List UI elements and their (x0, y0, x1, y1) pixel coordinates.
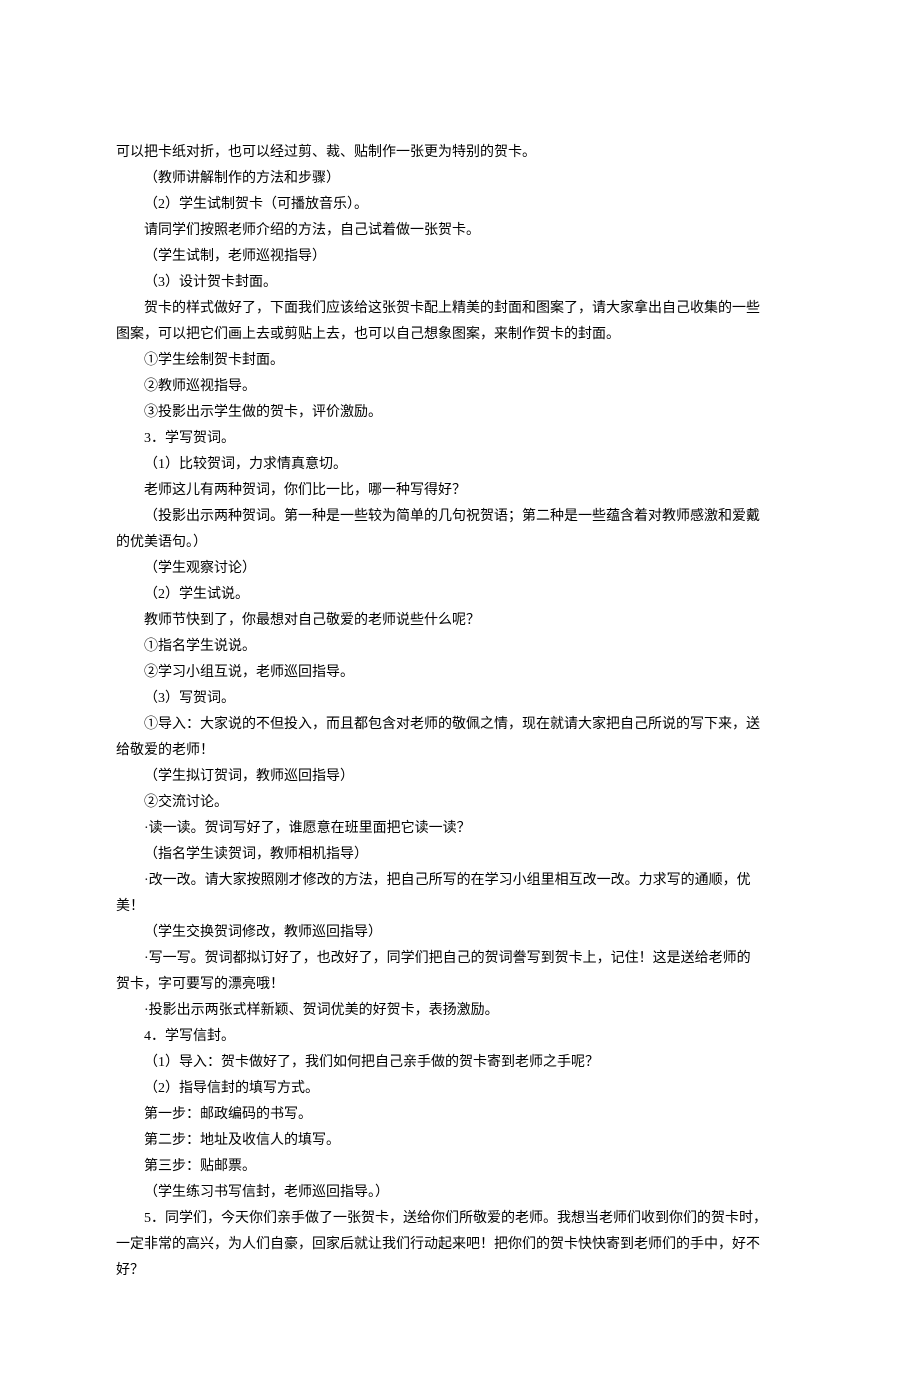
text-line: （1）导入：贺卡做好了，我们如何把自己亲手做的贺卡寄到老师之手呢？ (116, 1050, 804, 1076)
text-line: （2）指导信封的填写方式。 (116, 1076, 804, 1102)
text-line: 贺卡的样式做好了，下面我们应该给这张贺卡配上精美的封面和图案了，请大家拿出自己收… (116, 296, 804, 322)
text-line: ①指名学生说说。 (116, 634, 804, 660)
text-line: （1）比较贺词，力求情真意切。 (116, 452, 804, 478)
document-page: 可以把卡纸对折，也可以经过剪、裁、贴制作一张更为特别的贺卡。（教师讲解制作的方法… (0, 0, 920, 1384)
text-line: ①导入：大家说的不但投入，而且都包含对老师的敬佩之情，现在就请大家把自己所说的写… (116, 712, 804, 738)
text-line: （投影出示两种贺词。第一种是一些较为简单的几句祝贺语；第二种是一些蕴含着对教师感… (116, 504, 804, 530)
text-line: 可以把卡纸对折，也可以经过剪、裁、贴制作一张更为特别的贺卡。 (116, 140, 804, 166)
text-line: ②交流讨论。 (116, 790, 804, 816)
text-line: 好？ (116, 1258, 804, 1284)
text-line: 的优美语句。） (116, 530, 804, 556)
text-line: ·改一改。请大家按照刚才修改的方法，把自己所写的在学习小组里相互改一改。力求写的… (116, 868, 804, 894)
text-line: （2）学生试制贺卡（可播放音乐）。 (116, 192, 804, 218)
text-line: （学生交换贺词修改，教师巡回指导） (116, 920, 804, 946)
text-line: （学生拟订贺词，教师巡回指导） (116, 764, 804, 790)
text-line: ②学习小组互说，老师巡回指导。 (116, 660, 804, 686)
text-line: 老师这儿有两种贺词，你们比一比，哪一种写得好？ (116, 478, 804, 504)
text-line: 给敬爱的老师！ (116, 738, 804, 764)
text-line: ·投影出示两张式样新颖、贺词优美的好贺卡，表扬激励。 (116, 998, 804, 1024)
text-line: 图案，可以把它们画上去或剪贴上去，也可以自己想象图案，来制作贺卡的封面。 (116, 322, 804, 348)
text-line: 第一步：邮政编码的书写。 (116, 1102, 804, 1128)
text-line: （学生练习书写信封，老师巡回指导。） (116, 1180, 804, 1206)
text-line: 第二步：地址及收信人的填写。 (116, 1128, 804, 1154)
text-line: ②教师巡视指导。 (116, 374, 804, 400)
text-line: 美！ (116, 894, 804, 920)
text-line: 贺卡，字可要写的漂亮哦！ (116, 972, 804, 998)
text-body: 可以把卡纸对折，也可以经过剪、裁、贴制作一张更为特别的贺卡。（教师讲解制作的方法… (116, 140, 804, 1284)
text-line: 4．学写信封。 (116, 1024, 804, 1050)
text-line: （2）学生试说。 (116, 582, 804, 608)
text-line: （学生观察讨论） (116, 556, 804, 582)
text-line: 请同学们按照老师介绍的方法，自己试着做一张贺卡。 (116, 218, 804, 244)
text-line: ③投影出示学生做的贺卡，评价激励。 (116, 400, 804, 426)
text-line: 5．同学们，今天你们亲手做了一张贺卡，送给你们所敬爱的老师。我想当老师们收到你们… (116, 1206, 804, 1232)
text-line: 教师节快到了，你最想对自己敬爱的老师说些什么呢？ (116, 608, 804, 634)
text-line: （指名学生读贺词，教师相机指导） (116, 842, 804, 868)
text-line: 一定非常的高兴，为人们自豪，回家后就让我们行动起来吧！把你们的贺卡快快寄到老师们… (116, 1232, 804, 1258)
text-line: （3）写贺词。 (116, 686, 804, 712)
text-line: ·写一写。贺词都拟订好了，也改好了，同学们把自己的贺词誊写到贺卡上，记住！这是送… (116, 946, 804, 972)
text-line: （学生试制，老师巡视指导） (116, 244, 804, 270)
text-line: 3．学写贺词。 (116, 426, 804, 452)
text-line: 第三步：贴邮票。 (116, 1154, 804, 1180)
text-line: ·读一读。贺词写好了，谁愿意在班里面把它读一读？ (116, 816, 804, 842)
text-line: （3）设计贺卡封面。 (116, 270, 804, 296)
text-line: ①学生绘制贺卡封面。 (116, 348, 804, 374)
text-line: （教师讲解制作的方法和步骤） (116, 166, 804, 192)
